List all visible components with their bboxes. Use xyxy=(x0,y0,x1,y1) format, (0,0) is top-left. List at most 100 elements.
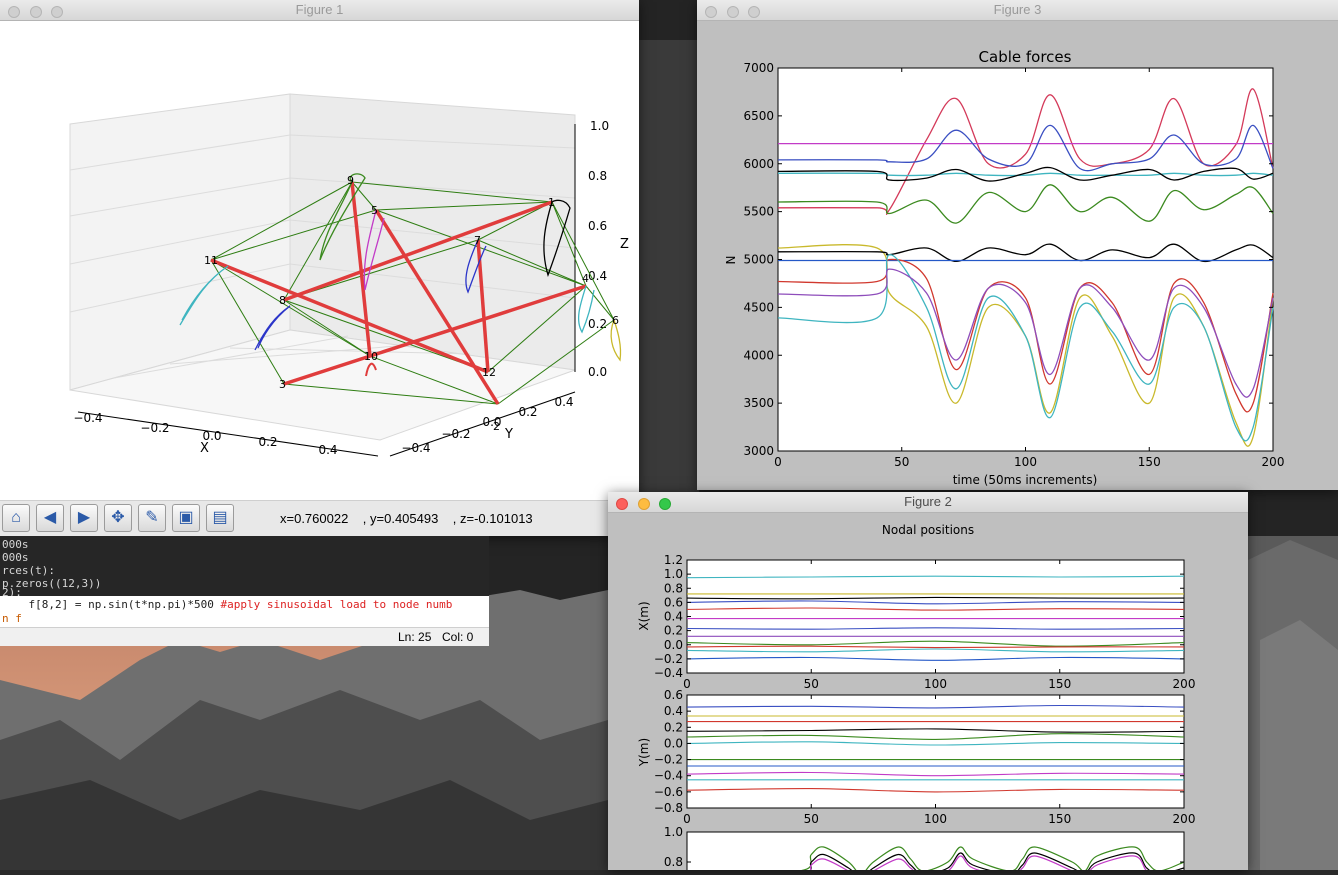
zoom-window-icon[interactable] xyxy=(748,6,761,18)
close-window-icon[interactable] xyxy=(8,6,20,18)
x-tick-label: 0.2 xyxy=(258,435,277,449)
minimize-window-icon[interactable] xyxy=(726,6,739,18)
figure1-window[interactable]: Figure 1 −0.4 −0.2 0.0 0.2 0.4 −0.4 −0.2… xyxy=(0,0,639,536)
subplot-y-ylabel: Y(m) xyxy=(637,738,651,767)
y-tick-label: 7000 xyxy=(743,61,774,75)
status-line: Ln: 25 xyxy=(398,630,432,644)
x-tick-label: 200 xyxy=(1262,455,1285,469)
editor-lower-pane[interactable]: f[8,2] = np.sin(t*np.pi)*500 #apply sinu… xyxy=(0,596,489,646)
code-line: 000s xyxy=(2,551,29,564)
node-label: 3 xyxy=(279,378,286,391)
y-tick-label: 0.4 xyxy=(554,395,573,409)
y-tick-label: 0.6 xyxy=(664,595,683,609)
figure1-title: Figure 1 xyxy=(295,2,344,17)
node-label: 8 xyxy=(279,294,286,307)
y-axis-label: Y xyxy=(504,427,513,442)
z-tick-label: 1.0 xyxy=(590,119,609,133)
x-tick-label: 0.4 xyxy=(318,443,337,457)
figure3-titlebar[interactable]: Figure 3 xyxy=(697,0,1338,21)
x-tick-label: 0 xyxy=(683,812,691,826)
z-tick-label: 0.2 xyxy=(588,317,607,331)
y-tick-label: 1.2 xyxy=(664,553,683,567)
y-tick-label: −0.4 xyxy=(654,666,683,680)
y-tick-label: 0.2 xyxy=(518,405,537,419)
node-label: 7 xyxy=(474,234,481,247)
y-tick-label: −0.2 xyxy=(441,427,470,441)
x-tick-label: 50 xyxy=(804,677,819,691)
figure2-titlebar[interactable]: Figure 2 xyxy=(608,492,1248,513)
zoom-window-icon[interactable] xyxy=(51,6,64,18)
minimize-window-icon[interactable] xyxy=(29,6,42,18)
pan-icon[interactable]: ✥ xyxy=(104,504,132,532)
x-axis-label: X xyxy=(200,441,209,456)
y-tick-label: 0.2 xyxy=(664,720,683,734)
y-tick-label: 6500 xyxy=(743,109,774,123)
node-label: 4 xyxy=(582,272,589,285)
z-tick-label: 0.0 xyxy=(588,365,607,379)
zoom-window-icon[interactable] xyxy=(659,498,672,510)
cursor-coordinates: x=0.760022 , y=0.405493 , z=-0.101013 xyxy=(280,511,533,526)
y-tick-label: 4000 xyxy=(743,348,774,362)
y-tick-label: 0.4 xyxy=(664,704,683,718)
y-tick-label: −0.4 xyxy=(654,769,683,783)
y-tick-label: −0.8 xyxy=(654,801,683,815)
configure-subplots-icon[interactable]: ✎ xyxy=(138,504,166,532)
y-tick-label: 5500 xyxy=(743,205,774,219)
forward-icon[interactable]: ▶ xyxy=(70,504,98,532)
node-label: 9 xyxy=(347,174,354,187)
node-label: 2 xyxy=(493,420,500,433)
node-label: 11 xyxy=(204,254,218,267)
subplot-x-ylabel: X(m) xyxy=(637,601,651,630)
figure2-title: Figure 2 xyxy=(904,494,952,509)
x-axis-label: time (50ms increments) xyxy=(953,473,1098,487)
node-label: 1 xyxy=(548,196,555,209)
home-icon[interactable]: ⌂ xyxy=(2,504,30,532)
cable-forces-chart[interactable]: 0 50 100 150 200 3000 3500 4000 4500 5000 5500 6000… xyxy=(697,20,1338,490)
z-axis-label: Z xyxy=(620,237,629,252)
y-tick-label: −0.4 xyxy=(401,441,430,455)
subplot-y-area xyxy=(686,694,1185,809)
code-line: n f xyxy=(2,612,22,625)
x-tick-label: 100 xyxy=(924,677,947,691)
y-tick-label: 0.6 xyxy=(664,688,683,702)
x-tick-label: 200 xyxy=(1173,677,1196,691)
code-line: 000s xyxy=(2,538,29,551)
x-tick-label: 150 xyxy=(1048,812,1071,826)
code-comment: #apply sinusoidal load to node numb xyxy=(220,598,453,611)
zoom-icon[interactable]: ▣ xyxy=(172,504,200,532)
figure1-titlebar[interactable]: Figure 1 xyxy=(0,0,639,21)
figure1-3d-plot[interactable]: −0.4 −0.2 0.0 0.2 0.4 −0.4 −0.2 0.0 0.2 … xyxy=(0,20,639,500)
z-tick-label: 0.8 xyxy=(588,169,607,183)
status-column: Col: 0 xyxy=(442,630,474,644)
editor-status-bar: Ln: 25 Col: 0 xyxy=(0,627,489,646)
x-tick-label: 100 xyxy=(924,812,947,826)
y-tick-label: 0.2 xyxy=(664,624,683,638)
y-tick-label: −0.2 xyxy=(654,753,683,767)
coord-y: , y=0.405493 xyxy=(362,511,439,526)
figure2-window[interactable]: Figure 2 Nodal positions 0 50 100 150 200 −0.… xyxy=(608,492,1248,870)
save-icon[interactable]: ▤ xyxy=(206,504,234,532)
code-text: f[8,2] = np.sin(t*np.pi)*500 xyxy=(2,598,221,611)
x-tick-label: 100 xyxy=(1014,455,1037,469)
y-tick-label: 3500 xyxy=(743,396,774,410)
code-line: f[8,2] = np.sin(t*np.pi)*500 #apply sinu… xyxy=(2,598,452,611)
y-tick-label: 5000 xyxy=(743,253,774,267)
figure3-window[interactable]: Figure 3 0 50 100 150 200 3000 3500 4000 4500 500… xyxy=(697,0,1338,490)
close-window-icon[interactable] xyxy=(616,498,628,510)
minimize-window-icon[interactable] xyxy=(637,498,650,510)
back-icon[interactable]: ◀ xyxy=(36,504,64,532)
y-tick-label: 0.8 xyxy=(664,855,683,869)
code-line: rces(t): xyxy=(2,564,55,577)
x-tick-label: −0.4 xyxy=(73,411,102,425)
y-tick-label: 1.0 xyxy=(664,825,683,839)
y-tick-label: 0.0 xyxy=(664,736,683,750)
node-label: 5 xyxy=(371,204,378,217)
code-editor-window[interactable]: 000s 000s rces(t): p.zeros((12,3)) 2): f… xyxy=(0,536,489,646)
nodal-positions-chart[interactable]: Nodal positions 0 50 100 150 200−0.4−0.20.00… xyxy=(608,512,1248,870)
x-tick-label: 150 xyxy=(1138,455,1161,469)
y-tick-label: −0.2 xyxy=(654,652,683,666)
coord-x: x=0.760022 xyxy=(280,511,349,526)
coord-z: , z=-0.101013 xyxy=(452,511,533,526)
y-tick-label: 3000 xyxy=(743,444,774,458)
close-window-icon[interactable] xyxy=(705,6,717,18)
